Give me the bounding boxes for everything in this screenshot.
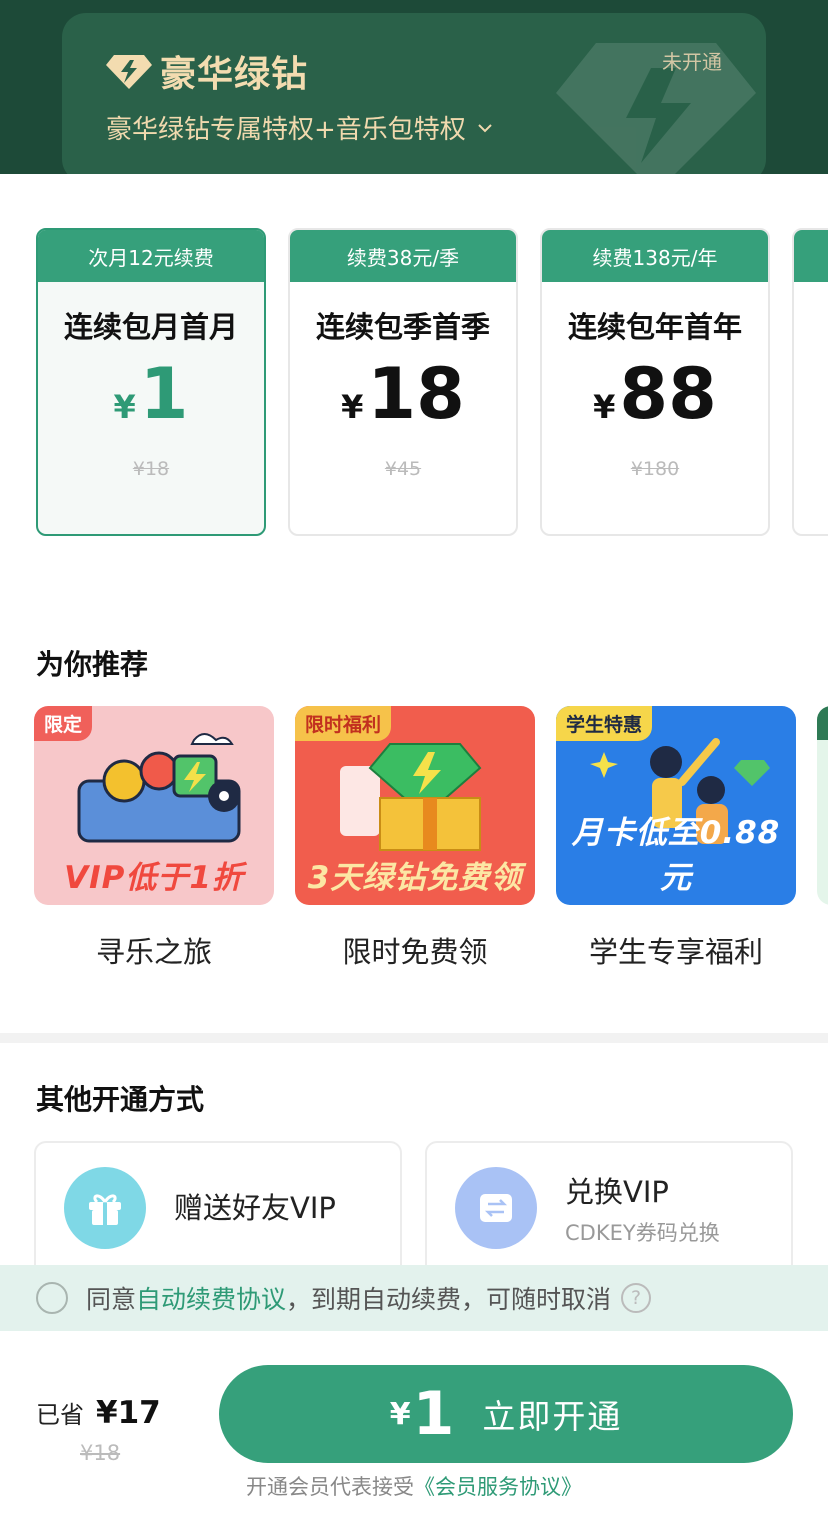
price-value: 18 — [367, 353, 465, 435]
recommend-label: 寻乐之旅 — [95, 935, 212, 969]
exchange-icon — [455, 1167, 537, 1249]
terms-text: 开通会员代表接受《会员服务协议》 — [0, 1471, 828, 1501]
plan-card-partial[interactable] — [792, 228, 828, 536]
plan-original-price: ¥180 — [630, 458, 680, 480]
currency-symbol: ¥ — [593, 388, 616, 426]
agree-radio[interactable] — [36, 1282, 68, 1314]
plan-card-quarterly[interactable]: 续费38元/季 连续包季首季 ¥ 18 ¥45 — [288, 228, 518, 536]
redeem-text: 兑换VIP CDKEY券码兑换 — [565, 1169, 720, 1247]
service-agreement-link[interactable]: 《会员服务协议》 — [414, 1475, 582, 1499]
agreement-text: 同意自动续费协议，到期自动续费，可随时取消 — [86, 1280, 611, 1316]
agreement-suffix: ，到期自动续费，可随时取消 — [286, 1285, 612, 1314]
pay-label: 立即开通 — [482, 1397, 623, 1436]
redeem-subtitle: CDKEY券码兑换 — [565, 1221, 720, 1245]
agreement-bar: 同意自动续费协议，到期自动续费，可随时取消 ? — [0, 1265, 828, 1331]
price-value: 1 — [139, 353, 189, 435]
recommend-label: 限时免费领 — [342, 935, 488, 969]
price-value: 88 — [619, 353, 717, 435]
privilege-dropdown[interactable]: 豪华绿钻专属特权+音乐包特权 — [106, 109, 494, 146]
recommend-badge: 学生特惠 — [556, 706, 653, 741]
recommend-badge: 限定 — [34, 706, 93, 741]
agreement-prefix: 同意 — [86, 1285, 137, 1314]
gift-icon — [64, 1167, 146, 1249]
saved-amount: ¥17 — [96, 1395, 161, 1431]
plan-card-monthly[interactable]: 次月12元续费 连续包月首月 ¥ 1 ¥18 — [36, 228, 266, 536]
plan-card-yearly[interactable]: 续费138元/年 连续包年首年 ¥ 88 ¥180 — [540, 228, 770, 536]
recommend-badge: 限时福利 — [295, 706, 392, 741]
gift-title: 赠送好友VIP — [174, 1191, 336, 1225]
currency-symbol: ¥ — [341, 388, 364, 426]
privilege-label: 豪华绿钻专属特权+音乐包特权 — [106, 115, 466, 145]
gift-box-diamond-icon — [340, 743, 482, 851]
plan-original-price: ¥18 — [132, 458, 170, 480]
plan-list: 次月12元续费 连续包月首月 ¥ 1 ¥18 续费38元/季 连续包季首季 ¥ … — [36, 228, 828, 536]
help-icon[interactable]: ? — [621, 1283, 652, 1313]
plan-renew-tag: 续费138元/年 — [542, 230, 768, 282]
footer-original-price: ¥18 — [80, 1441, 121, 1465]
section-divider — [0, 1033, 828, 1043]
plan-name: 连续包年首年 — [567, 310, 742, 344]
recommend-banner: VIP低于1折 — [64, 860, 244, 896]
vip-header: 豪华绿钻 未开通 豪华绿钻专属特权+音乐包特权 — [0, 0, 828, 174]
brand: 豪华绿钻 — [106, 45, 308, 97]
recommend-image — [817, 706, 828, 905]
plan-price: ¥ 88 — [542, 352, 768, 436]
chevron-down-icon — [478, 123, 492, 132]
suitcase-illustration-icon — [77, 733, 241, 843]
recommend-card-partial[interactable] — [817, 706, 828, 905]
gift-text: 赠送好友VIP — [174, 1185, 336, 1227]
plan-name: 连续包季首季 — [315, 310, 490, 344]
recommend-partial-strip — [817, 706, 828, 740]
recommend-image: 学生特惠 月卡低至0.88元 — [556, 706, 796, 905]
savings: 已省 ¥17 — [36, 1395, 161, 1431]
brand-title: 豪华绿钻 — [160, 54, 309, 95]
auto-renew-agreement-link[interactable]: 自动续费协议 — [136, 1285, 286, 1314]
purchase-footer: 已省 ¥17 ¥18 ¥ 1 立即开通 开通会员代表接受《会员服务协议》 — [0, 1331, 828, 1525]
plan-price: ¥ 18 — [290, 352, 516, 436]
plan-price: ¥ 1 — [38, 352, 264, 436]
pay-currency: ¥ — [389, 1396, 411, 1432]
currency-symbol: ¥ — [113, 388, 136, 426]
green-diamond-logo-icon — [106, 55, 152, 89]
open-now-button[interactable]: ¥ 1 立即开通 — [219, 1365, 793, 1463]
recommend-card-student[interactable]: 学生特惠 月卡低至0.88元 学生专享福利 — [556, 706, 796, 971]
recommend-banner: 3天绿钻免费领 — [307, 860, 523, 896]
plan-renew-tag: 次月12元续费 — [38, 230, 264, 282]
recommend-list: 限定 VIP低于1折 寻乐之旅 限时福利 3天绿钻免费领 限时免费领 学生特惠 … — [34, 706, 828, 976]
recommend-banner: 月卡低至0.88元 — [571, 815, 781, 896]
recommend-image: 限定 VIP低于1折 — [34, 706, 274, 905]
recommend-label: 学生专享福利 — [588, 935, 763, 969]
plan-name: 连续包月首月 — [63, 310, 238, 344]
plan-renew-tag: 续费38元/季 — [290, 230, 516, 282]
saved-label: 已省 — [36, 1401, 84, 1429]
vip-status-card[interactable]: 豪华绿钻 未开通 豪华绿钻专属特权+音乐包特权 — [62, 13, 766, 174]
pay-amount: 1 — [412, 1379, 455, 1449]
terms-prefix: 开通会员代表接受 — [246, 1475, 414, 1499]
plan-original-price: ¥45 — [384, 458, 422, 480]
recommend-title: 为你推荐 — [36, 648, 149, 681]
lightning-diamond-watermark-icon — [556, 43, 756, 174]
recommend-card-free[interactable]: 限时福利 3天绿钻免费领 限时免费领 — [295, 706, 535, 971]
plan-renew-tag — [794, 230, 828, 282]
vip-status-text: 未开通 — [662, 50, 722, 74]
recommend-image: 限时福利 3天绿钻免费领 — [295, 706, 535, 905]
recommend-card-journey[interactable]: 限定 VIP低于1折 寻乐之旅 — [34, 706, 274, 971]
other-methods-title: 其他开通方式 — [36, 1083, 205, 1116]
redeem-title: 兑换VIP — [565, 1175, 669, 1209]
